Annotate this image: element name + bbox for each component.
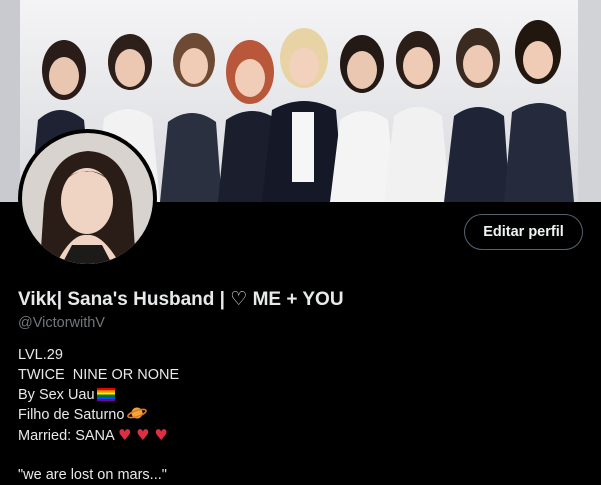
profile-bio: LVL.29 TWICE NINE OR NONE By Sex Uau Fil… xyxy=(18,345,179,485)
bio-line-1: LVL.29 xyxy=(18,347,63,363)
ringed-planet-icon xyxy=(127,407,148,419)
heart-icons: ♥ ♥ ♥ xyxy=(117,426,168,444)
avatar-container[interactable] xyxy=(18,129,157,268)
bio-line-5-text: Married: SANA xyxy=(18,428,114,444)
bio-line-6: "we are lost on mars..." xyxy=(18,467,167,483)
bio-line-3-text: By Sex Uau xyxy=(18,387,95,403)
bio-line-4-text: Filho de Saturno xyxy=(18,407,125,423)
profile-display-name: Vikk| Sana's Husband | ♡ ME + YOU xyxy=(18,289,344,310)
avatar xyxy=(22,133,153,264)
edit-profile-button[interactable]: Editar perfil xyxy=(464,214,583,250)
rainbow-flag-icon xyxy=(96,388,115,401)
bio-line-2: TWICE NINE OR NONE xyxy=(18,367,180,383)
bio-line-5: Married: SANA ♥ ♥ ♥ xyxy=(18,425,179,445)
profile-handle: @VictorwithV xyxy=(18,315,105,331)
bio-line-3: By Sex Uau xyxy=(18,385,179,405)
bio-line-4: Filho de Saturno xyxy=(18,405,179,425)
